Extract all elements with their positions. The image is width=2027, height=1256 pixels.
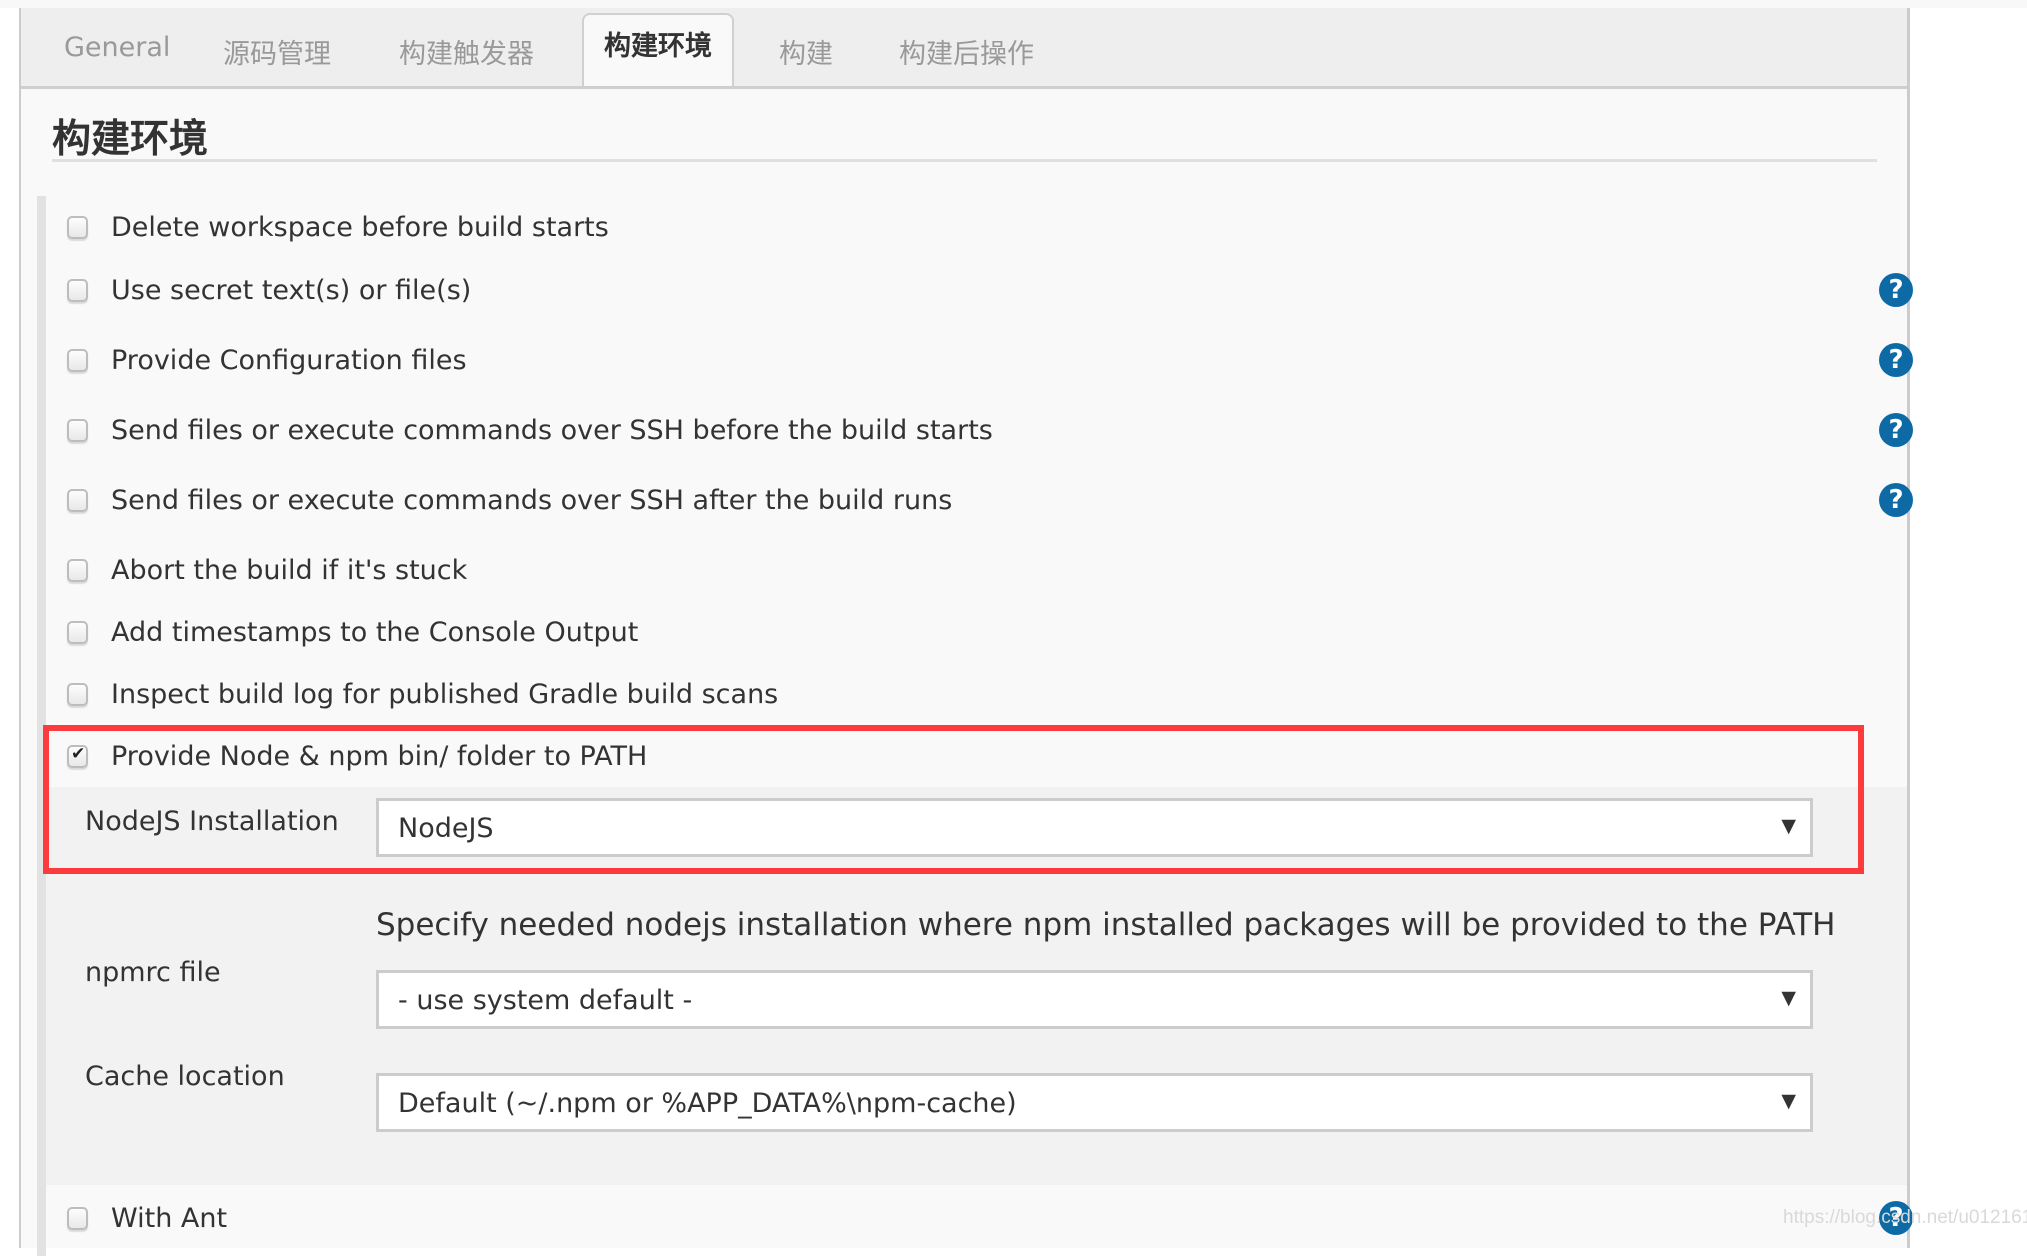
- option-label[interactable]: Provide Configuration files: [111, 343, 467, 379]
- option-row: With Ant ?: [67, 1201, 1913, 1241]
- cache-location-select[interactable]: Default (~/.npm or %APP_DATA%\npm-cache)…: [376, 1073, 1813, 1132]
- option-row: Delete workspace before build starts: [67, 210, 1907, 250]
- tab-build-triggers[interactable]: 构建触发器: [399, 32, 534, 71]
- option-row: Abort the build if it's stuck: [67, 553, 1907, 593]
- dropdown-arrow-icon: ▼: [1781, 987, 1796, 1009]
- section-divider: [52, 159, 1877, 162]
- option-label[interactable]: Inspect build log for published Gradle b…: [111, 677, 778, 713]
- npmrc-file-value: - use system default -: [398, 985, 693, 1016]
- tab-bar: General 源码管理 构建触发器 构建环境 构建 构建后操作: [21, 8, 1907, 89]
- config-panel: General 源码管理 构建触发器 构建环境 构建 构建后操作 构建环境 No…: [19, 8, 1913, 1256]
- nodejs-installation-value: NodeJS: [398, 813, 494, 844]
- nodejs-settings-block: NodeJS Installation NodeJS ▼ Specify nee…: [46, 787, 1907, 1185]
- help-icon[interactable]: ?: [1879, 413, 1913, 447]
- npmrc-file-label: npmrc file: [85, 957, 221, 988]
- nodejs-installation-label: NodeJS Installation: [85, 806, 339, 837]
- delete-workspace-checkbox[interactable]: [67, 216, 88, 239]
- gradle-scans-checkbox[interactable]: [67, 683, 88, 706]
- option-row: Send files or execute commands over SSH …: [67, 413, 1913, 453]
- npmrc-file-select[interactable]: - use system default - ▼: [376, 970, 1813, 1029]
- watermark: https://blog.csdn.net/u012161557: [1783, 1207, 2027, 1228]
- help-icon[interactable]: ?: [1879, 273, 1913, 307]
- with-ant-checkbox[interactable]: [67, 1207, 88, 1230]
- option-row: Add timestamps to the Console Output: [67, 615, 1907, 655]
- option-label[interactable]: Abort the build if it's stuck: [111, 553, 467, 589]
- top-strip: [0, 0, 2027, 8]
- option-label[interactable]: Send files or execute commands over SSH …: [111, 483, 952, 519]
- nodejs-installation-select[interactable]: NodeJS ▼: [376, 798, 1813, 857]
- abort-stuck-checkbox[interactable]: [67, 559, 88, 582]
- secret-text-checkbox[interactable]: [67, 279, 88, 302]
- option-row: Send files or execute commands over SSH …: [67, 483, 1913, 523]
- dropdown-arrow-icon: ▼: [1781, 815, 1796, 837]
- tab-general[interactable]: General: [64, 32, 170, 63]
- config-files-checkbox[interactable]: [67, 349, 88, 372]
- ssh-after-build-checkbox[interactable]: [67, 489, 88, 512]
- dropdown-arrow-icon: ▼: [1781, 1090, 1796, 1112]
- cache-location-value: Default (~/.npm or %APP_DATA%\npm-cache): [398, 1088, 1017, 1119]
- option-row: Use secret text(s) or file(s) ?: [67, 273, 1913, 313]
- timestamps-checkbox[interactable]: [67, 621, 88, 644]
- cache-location-label: Cache location: [85, 1061, 285, 1092]
- section-accent-bar: [37, 196, 46, 1256]
- option-label[interactable]: Send files or execute commands over SSH …: [111, 413, 993, 449]
- option-row: Inspect build log for published Gradle b…: [67, 677, 1907, 717]
- option-label[interactable]: Add timestamps to the Console Output: [111, 615, 638, 651]
- help-icon[interactable]: ?: [1879, 483, 1913, 517]
- section-title: 构建环境: [52, 117, 209, 162]
- tab-build[interactable]: 构建: [779, 32, 833, 71]
- option-label[interactable]: Use secret text(s) or file(s): [111, 273, 471, 309]
- tab-source-control[interactable]: 源码管理: [223, 32, 331, 71]
- tab-post-build-actions[interactable]: 构建后操作: [899, 32, 1034, 71]
- option-label[interactable]: Delete workspace before build starts: [111, 210, 609, 246]
- ssh-before-build-checkbox[interactable]: [67, 419, 88, 442]
- provide-node-checkbox[interactable]: [67, 744, 88, 768]
- option-label[interactable]: Provide Node & npm bin/ folder to PATH: [111, 739, 647, 775]
- help-icon[interactable]: ?: [1879, 343, 1913, 377]
- nodejs-installation-description: Specify needed nodejs installation where…: [376, 907, 1836, 943]
- tab-build-environment[interactable]: 构建环境: [582, 13, 734, 86]
- option-row: Provide Node & npm bin/ folder to PATH: [67, 739, 1907, 779]
- option-label[interactable]: With Ant: [111, 1201, 227, 1237]
- option-row: Provide Configuration files ?: [67, 343, 1913, 383]
